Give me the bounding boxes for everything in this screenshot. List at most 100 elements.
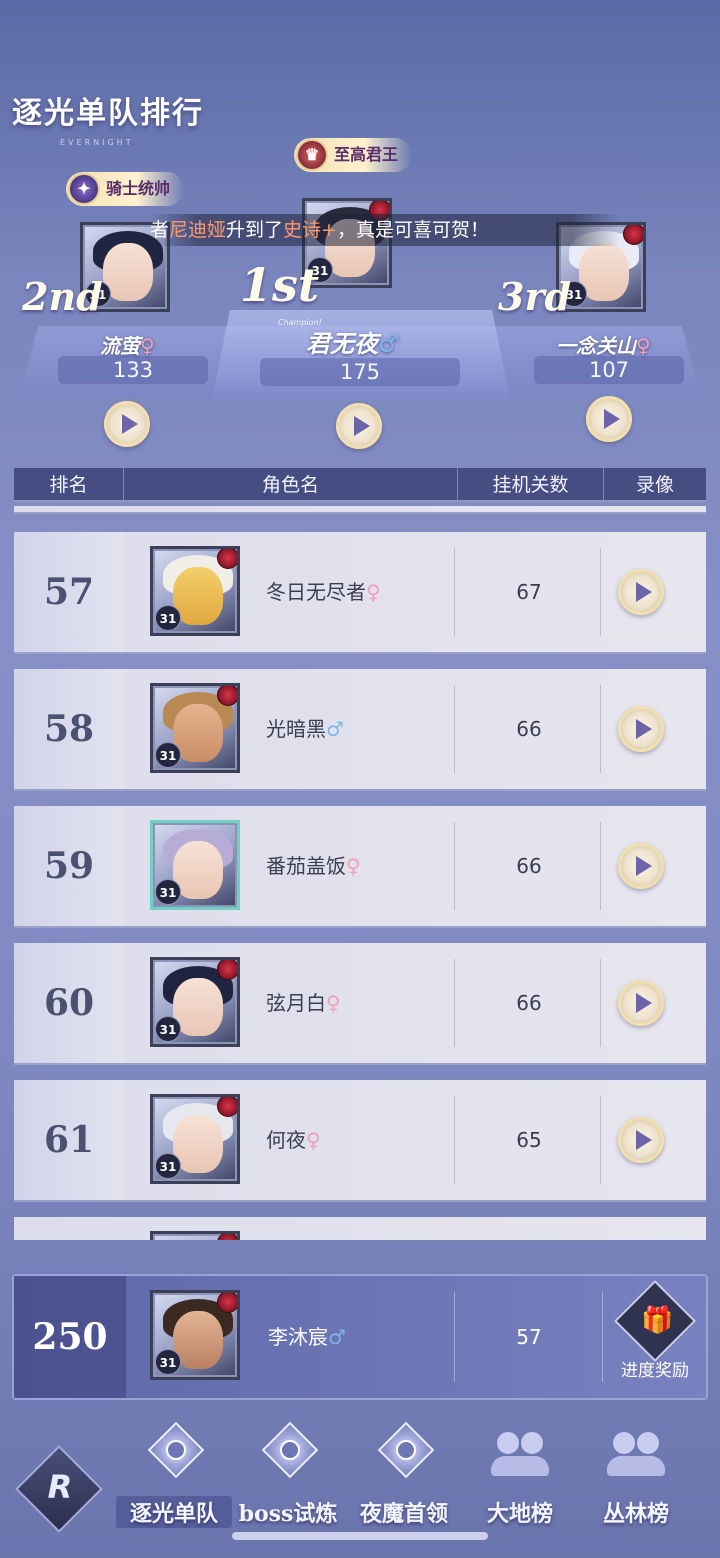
female-icon: ♀ xyxy=(366,580,381,604)
title-banner-second: ✦ 骑士统帅 xyxy=(66,172,185,206)
home-indicator[interactable] xyxy=(232,1532,488,1540)
replay-button[interactable] xyxy=(618,706,664,752)
row-rank: 60 xyxy=(14,943,124,1063)
player-name: 弦月白♀ xyxy=(266,991,341,1015)
my-rank-row: 250 31 李沐宸♂ 57 进度奖励 xyxy=(12,1274,708,1400)
tab-solo-ranking[interactable]: 逐光单队 xyxy=(116,1416,232,1536)
rank-first: 1st xyxy=(240,258,320,312)
stage-count: 66 xyxy=(516,991,542,1015)
logo-button[interactable]: R xyxy=(15,1445,103,1533)
title-banner-first: ♛ 至高君王 xyxy=(294,138,413,172)
level-badge: 31 xyxy=(155,605,181,631)
male-icon: ♂ xyxy=(328,1325,346,1349)
rank-second: 2nd xyxy=(22,274,103,319)
female-icon: ♀ xyxy=(306,1128,321,1152)
tab-boss-trial[interactable]: boss试炼 xyxy=(230,1416,346,1536)
table-row xyxy=(14,1217,706,1240)
page-title: 逐光单队排行 xyxy=(12,96,204,131)
team-icon xyxy=(601,1420,671,1490)
avatar[interactable]: 31 xyxy=(150,683,240,773)
replay-button[interactable] xyxy=(618,980,664,1026)
male-icon: ♂ xyxy=(326,717,344,741)
compass-star-icon xyxy=(139,1420,209,1490)
header-stages: 挂机关数 xyxy=(458,468,604,500)
player-name: 光暗黑♂ xyxy=(266,717,344,741)
row-rank: 61 xyxy=(14,1080,124,1200)
rank-third: 3rd xyxy=(498,274,572,319)
male-icon: ♂ xyxy=(378,329,400,358)
progress-reward-button[interactable]: 进度奖励 xyxy=(610,1279,700,1381)
team-icon xyxy=(485,1420,555,1490)
rose-icon xyxy=(217,960,237,980)
stage-count: 66 xyxy=(516,854,542,878)
podium-score-first: 175 xyxy=(260,358,460,386)
replay-button[interactable] xyxy=(618,843,664,889)
rose-icon xyxy=(217,1234,237,1240)
level-badge: 31 xyxy=(155,1153,181,1179)
podium-name-first: 君无夜♂ xyxy=(306,329,400,358)
compass-star-icon xyxy=(369,1420,439,1490)
compass-star-icon xyxy=(253,1420,323,1490)
my-rank: 250 xyxy=(14,1276,126,1398)
tab-jungle-ranking[interactable]: 丛林榜 xyxy=(578,1416,694,1536)
avatar[interactable]: 31 xyxy=(150,1094,240,1184)
female-icon: ♀ xyxy=(346,854,361,878)
stage-count: 67 xyxy=(516,580,542,604)
rose-icon xyxy=(623,225,643,245)
tab-night-demon[interactable]: 夜魔首领 xyxy=(346,1416,462,1536)
gift-icon xyxy=(613,1279,697,1363)
rose-icon xyxy=(217,549,237,569)
avatar[interactable]: 31 xyxy=(150,820,240,910)
table-row xyxy=(14,506,706,514)
level-badge: 31 xyxy=(155,879,181,905)
player-name: 番茄盖饭♀ xyxy=(266,854,361,878)
my-player-name: 李沐宸♂ xyxy=(268,1325,346,1349)
my-stage-count: 57 xyxy=(516,1325,542,1349)
replay-button-second[interactable] xyxy=(104,401,150,447)
player-name: 何夜♀ xyxy=(266,1128,321,1152)
ranking-list[interactable]: 57 31 冬日无尽者♀ 67 58 31 光暗黑♂ 66 59 31 番茄盖饭… xyxy=(14,506,706,1240)
crown-icon: ♛ xyxy=(296,139,328,171)
header-rank: 排名 xyxy=(14,468,124,500)
replay-button-third[interactable] xyxy=(586,396,632,442)
row-rank: 57 xyxy=(14,532,124,652)
rose-icon xyxy=(217,686,237,706)
female-icon: ♀ xyxy=(140,334,155,358)
table-row: 61 31 何夜♀ 65 xyxy=(14,1080,706,1202)
ranking-table-header: 排名 角色名 挂机关数 录像 xyxy=(14,468,706,502)
stage-count: 66 xyxy=(516,717,542,741)
row-rank: 58 xyxy=(14,669,124,789)
level-badge: 31 xyxy=(155,1016,181,1042)
replay-button[interactable] xyxy=(618,569,664,615)
table-row: 59 31 番茄盖饭♀ 66 xyxy=(14,806,706,928)
female-icon: ♀ xyxy=(636,334,651,358)
tab-earth-ranking[interactable]: 大地榜 xyxy=(462,1416,578,1536)
announcement-rarity: 史诗+ xyxy=(283,219,337,241)
player-name: 冬日无尽者♀ xyxy=(266,580,381,604)
female-icon: ♀ xyxy=(326,991,341,1015)
announcement-marquee: 者尼迪娅升到了史诗+，真是可喜可贺！ xyxy=(150,214,620,246)
rose-icon xyxy=(217,1097,237,1117)
table-row: 60 31 弦月白♀ 66 xyxy=(14,943,706,1065)
podium-score-third: 107 xyxy=(534,356,684,384)
avatar[interactable]: 31 xyxy=(150,957,240,1047)
replay-button[interactable] xyxy=(618,1117,664,1163)
avatar[interactable] xyxy=(150,1231,240,1240)
my-avatar[interactable]: 31 xyxy=(150,1290,240,1380)
announcement-player: 尼迪娅 xyxy=(169,219,227,241)
podium-name-third: 一念关山♀ xyxy=(556,334,651,358)
avatar[interactable]: 31 xyxy=(150,546,240,636)
page-subtitle: EVERNIGHT xyxy=(60,138,134,147)
progress-reward-label: 进度奖励 xyxy=(621,1361,689,1381)
table-row: 57 31 冬日无尽者♀ 67 xyxy=(14,532,706,654)
row-rank: 59 xyxy=(14,806,124,926)
knight-icon: ✦ xyxy=(68,173,100,205)
header-name: 角色名 xyxy=(124,468,458,500)
table-row: 58 31 光暗黑♂ 66 xyxy=(14,669,706,791)
podium-name-second: 流萤♀ xyxy=(100,334,155,358)
rose-icon xyxy=(217,1293,237,1313)
level-badge: 31 xyxy=(155,742,181,768)
header-replay: 录像 xyxy=(635,474,674,496)
replay-button-first[interactable] xyxy=(336,403,382,449)
stage-count: 65 xyxy=(516,1128,542,1152)
